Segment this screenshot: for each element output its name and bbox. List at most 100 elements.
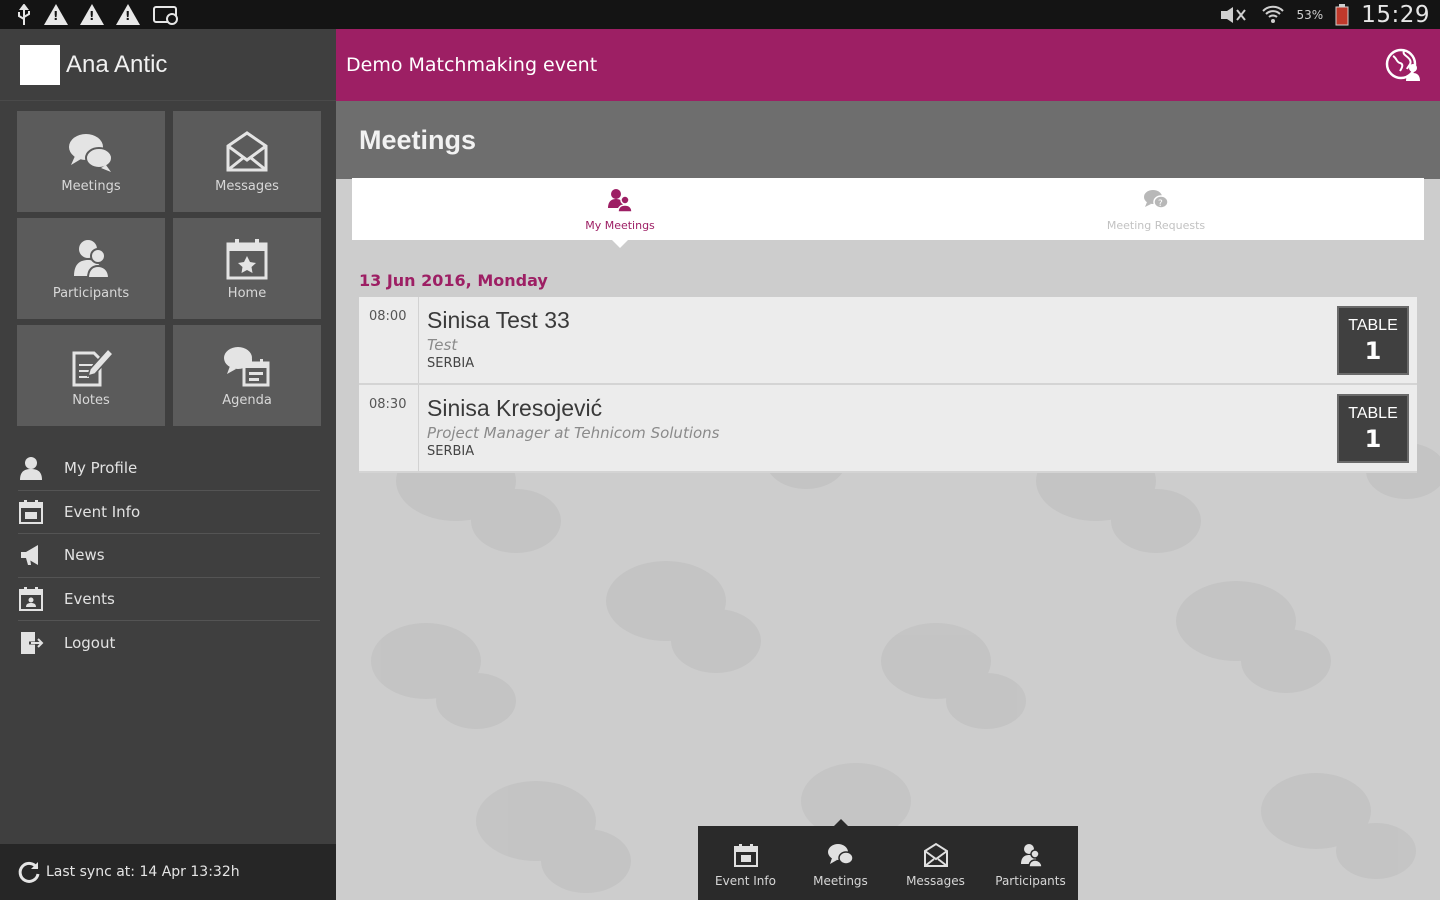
screenshot-icon [153,5,178,25]
participant-role: Project Manager at Tehnicom Solutions [427,424,720,442]
notes-pen-icon [72,347,115,387]
megaphone-icon [21,545,38,566]
menu-item-logout[interactable]: Logout [18,621,320,665]
events-icon [19,586,43,611]
warning-icon [80,4,104,25]
tab-label: My Meetings [585,218,655,232]
menu-label: Events [64,589,115,608]
participants-icon [1020,844,1043,868]
tile-label: Home [227,286,267,301]
wifi-icon [1261,5,1284,23]
envelope-icon [923,842,948,867]
meeting-row[interactable]: 08:00 Sinisa Test 33 Test SERBIA TABLE 1 [359,297,1417,385]
chat-request-icon: ? [1144,189,1169,209]
bottom-nav-label: Meetings [813,874,868,888]
table-badge: TABLE 1 [1337,306,1409,375]
bottom-nav-event-info[interactable]: Event Info [698,826,793,900]
table-label: TABLE [1348,404,1398,422]
menu-label: My Profile [64,459,138,478]
calendar-icon [19,499,43,524]
sync-status[interactable]: Last sync at: 14 Apr 13:32h [0,844,336,900]
calendar-star-icon [226,239,268,280]
tile-label: Meetings [61,179,121,194]
tab-my-meetings[interactable]: My Meetings [352,178,888,248]
tile-agenda[interactable]: Agenda [173,325,321,426]
tile-participants[interactable]: Participants [17,218,165,319]
people-icon [608,188,633,213]
navigation-drawer: Ana Antic Meetings Messages Participants… [0,29,336,900]
warning-icon [116,4,140,25]
status-bar-notifications [16,3,180,26]
sync-text: Last sync at: 14 Apr 13:32h [46,864,240,880]
tile-notes[interactable]: Notes [17,325,165,426]
menu-item-events[interactable]: Events [18,578,320,621]
menu-item-news[interactable]: News [18,534,320,578]
warning-icon [44,4,68,25]
bottom-nav-meetings[interactable]: Meetings [793,819,888,900]
user-name: Ana Antic [66,50,168,78]
participant-country: SERBIA [427,356,475,371]
event-title: Demo Matchmaking event [346,54,598,76]
app-bar: Demo Matchmaking event [336,29,1440,101]
active-tab-indicator [612,240,628,248]
calendar-icon [733,844,758,867]
logout-icon [21,631,44,654]
bottom-nav-participants[interactable]: Participants [983,826,1078,900]
participant-country: SERBIA [427,444,475,459]
meeting-date-header: 13 Jun 2016, Monday [359,271,548,290]
globe-icon[interactable] [1384,48,1422,82]
menu-item-my-profile[interactable]: My Profile [18,447,320,491]
tile-messages[interactable]: Messages [173,111,321,212]
clock: 15:29 [1361,1,1430,28]
tile-label: Notes [72,393,110,408]
table-number: 1 [1364,336,1382,365]
status-bar: 53% 15:29 [0,0,1440,29]
meeting-time: 08:30 [359,385,419,471]
bottom-nav-label: Event Info [715,874,776,888]
avatar[interactable] [20,44,60,85]
bottom-nav-label: Messages [906,874,965,888]
chat-bubbles-icon [827,844,854,865]
bottom-navigation: Event Info Meetings Messages Participant… [698,819,1078,900]
participant-name: Sinisa Kresojević [427,395,603,421]
tile-home[interactable]: Home [173,218,321,319]
bottom-nav-messages[interactable]: Messages [888,826,983,900]
sync-icon [18,861,40,883]
header-band [336,101,1440,179]
active-nav-indicator [832,819,849,827]
tile-meetings[interactable]: Meetings [17,111,165,212]
chat-bubbles-icon [69,134,113,172]
table-badge: TABLE 1 [1337,394,1409,463]
usb-icon [18,3,30,25]
bottom-nav-label: Participants [995,874,1066,888]
menu-label: News [64,546,105,565]
participant-role: Test [427,336,458,354]
user-icon [20,457,42,481]
participants-icon [74,240,111,279]
table-number: 1 [1364,424,1382,453]
agenda-icon [224,347,270,387]
user-header[interactable]: Ana Antic [0,29,336,101]
drawer-menu: My Profile Event Info News Events Logout [18,447,320,665]
envelope-icon [226,131,268,172]
shortcut-tiles: Meetings Messages Participants Home Note… [17,111,321,426]
meetings-screen: Meetings My Meetings ? Meeting Requests … [336,101,1440,900]
tab-label: Meeting Requests [1106,218,1206,232]
tile-label: Agenda [222,393,272,408]
meetings-list: 08:00 Sinisa Test 33 Test SERBIA TABLE 1… [359,297,1417,473]
tile-label: Participants [52,286,130,301]
menu-label: Event Info [64,502,141,521]
participant-name: Sinisa Test 33 [427,307,570,333]
table-label: TABLE [1348,316,1398,334]
menu-item-event-info[interactable]: Event Info [18,491,320,534]
meeting-row[interactable]: 08:30 Sinisa Kresojević Project Manager … [359,385,1417,473]
menu-label: Logout [64,633,116,652]
svg-text:?: ? [1158,199,1163,209]
meetings-tabs: My Meetings ? Meeting Requests [352,178,1424,248]
mute-icon [1220,6,1246,23]
tab-meeting-requests[interactable]: ? Meeting Requests [888,178,1424,240]
battery-icon [1335,3,1349,25]
battery-percent: 53% [1296,7,1324,22]
page-title: Meetings [359,125,477,155]
tile-label: Messages [215,179,279,194]
